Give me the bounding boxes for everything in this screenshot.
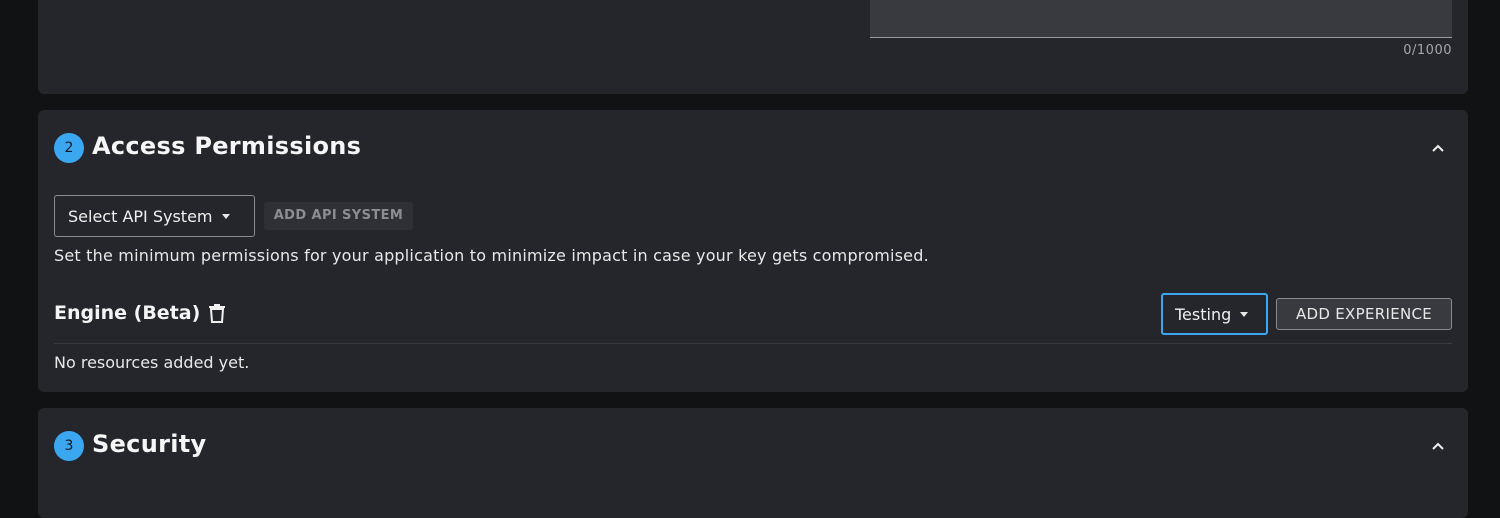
divider	[54, 343, 1452, 344]
permissions-help-text: Set the minimum permissions for your app…	[54, 246, 929, 265]
chevron-up-icon[interactable]	[1428, 436, 1448, 456]
add-api-system-button[interactable]: ADD API SYSTEM	[264, 202, 413, 230]
engine-title: Engine (Beta)	[54, 302, 201, 324]
chevron-up-icon[interactable]	[1428, 138, 1448, 158]
engine-header: Engine (Beta)	[54, 302, 226, 324]
security-card: 3 Security	[38, 408, 1468, 518]
experience-select-value: Testing	[1175, 304, 1232, 324]
add-experience-button[interactable]: ADD EXPERIENCE	[1276, 298, 1452, 330]
experience-select-dropdown[interactable]: Testing	[1161, 293, 1268, 335]
trash-icon[interactable]	[208, 303, 226, 323]
description-card: 0/1000	[38, 0, 1468, 94]
access-permissions-card: 2 Access Permissions Select API System A…	[38, 110, 1468, 392]
step-badge: 3	[54, 431, 84, 461]
step-badge: 2	[54, 133, 84, 163]
section-title: Access Permissions	[92, 132, 362, 160]
section-title: Security	[92, 430, 207, 458]
caret-down-icon	[221, 213, 230, 219]
empty-resources-text: No resources added yet.	[54, 353, 250, 372]
select-api-system-dropdown[interactable]: Select API System	[54, 195, 255, 237]
select-api-label: Select API System	[68, 206, 213, 226]
caret-down-icon	[1240, 311, 1249, 317]
char-counter: 0/1000	[1403, 43, 1452, 58]
description-textarea[interactable]	[870, 0, 1452, 38]
